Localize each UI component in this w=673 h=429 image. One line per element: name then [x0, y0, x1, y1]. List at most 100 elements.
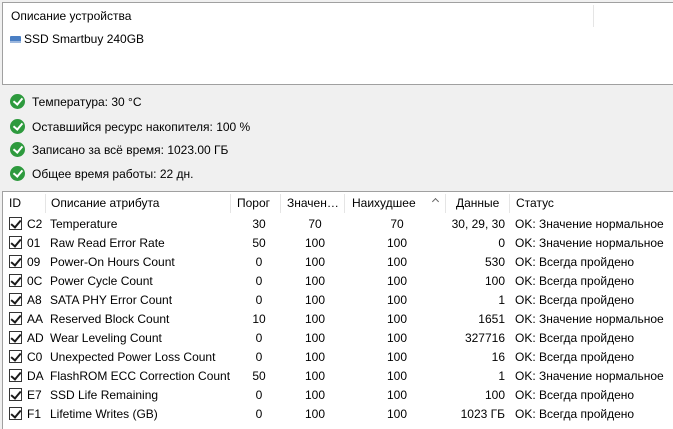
- attribute-checkbox[interactable]: [9, 236, 22, 249]
- column-header-status[interactable]: Статус: [510, 192, 670, 214]
- table-row[interactable]: AA Reserved Block Count 10 100 100 1651 OK: Зн…: [3, 310, 673, 329]
- column-header-data[interactable]: Данные: [446, 192, 506, 214]
- header-divider: [593, 5, 594, 27]
- attribute-value: 100: [304, 236, 326, 250]
- attribute-value: 70: [308, 217, 322, 231]
- attribute-raw-data: 30, 29, 30: [451, 217, 505, 231]
- table-row[interactable]: A8 SATA PHY Error Count 0 100 100 1 OK: Всегда…: [3, 291, 673, 310]
- attribute-worst: 100: [386, 255, 408, 269]
- attribute-name: SATA PHY Error Count: [50, 293, 173, 307]
- attribute-id: E7: [27, 388, 42, 402]
- sort-ascending-icon: [431, 197, 440, 206]
- attribute-checkbox[interactable]: [9, 407, 22, 420]
- attribute-id: F1: [27, 407, 42, 421]
- attribute-status: OK: Значение нормальное: [515, 312, 664, 326]
- attribute-status: OK: Значение нормальное: [515, 217, 664, 231]
- column-header-value[interactable]: Значен…: [281, 192, 343, 214]
- smart-attributes-table: ID Описание атрибута Порог Значен… Наиху…: [2, 191, 673, 429]
- attribute-checkbox[interactable]: [9, 293, 22, 306]
- attribute-checkbox[interactable]: [9, 350, 22, 363]
- attribute-worst: 100: [386, 369, 408, 383]
- attribute-id: A8: [27, 293, 42, 307]
- table-row[interactable]: 09 Power-On Hours Count 0 100 100 530 OK: Всег…: [3, 253, 673, 272]
- attribute-threshold: 0: [255, 255, 263, 269]
- attribute-raw-data: 327716: [464, 331, 505, 345]
- attribute-raw-data: 100: [484, 274, 505, 288]
- attribute-threshold: 50: [252, 236, 266, 250]
- attribute-id: 0C: [27, 274, 43, 288]
- summary-total-written-text: Записано за всё время: 1023.00 ГБ: [32, 142, 229, 157]
- attribute-name: Power-On Hours Count: [50, 255, 175, 269]
- summary-remaining-resource-text: Оставшийся ресурс накопителя: 100 %: [32, 119, 251, 134]
- summary-temperature-text: Температура: 30 °C: [32, 94, 142, 109]
- attribute-worst: 100: [386, 407, 408, 421]
- attribute-checkbox[interactable]: [9, 369, 22, 382]
- check-circle-icon: [10, 166, 25, 181]
- attribute-checkbox[interactable]: [9, 274, 22, 287]
- table-row[interactable]: C2 Temperature 30 70 70 30, 29, 30 OK: Значени…: [3, 215, 673, 234]
- attribute-name: Temperature: [50, 217, 118, 231]
- check-circle-icon: [10, 119, 25, 134]
- attribute-value: 100: [304, 293, 326, 307]
- attribute-id: C2: [27, 217, 43, 231]
- attribute-threshold: 0: [255, 331, 263, 345]
- attribute-status: OK: Всегда пройдено: [515, 331, 635, 345]
- column-header-id[interactable]: ID: [3, 192, 27, 214]
- attribute-threshold: 0: [255, 388, 263, 402]
- device-item[interactable]: SSD Smartbuy 240GB: [10, 31, 144, 47]
- attribute-status: OK: Всегда пройдено: [515, 255, 635, 269]
- attribute-threshold: 0: [255, 407, 263, 421]
- drive-icon: [10, 35, 21, 43]
- table-row[interactable]: 0C Power Cycle Count 0 100 100 100 OK: Всегда …: [3, 272, 673, 291]
- table-row[interactable]: E7 SSD Life Remaining 0 100 100 100 OK: Всегда…: [3, 386, 673, 405]
- attribute-value: 100: [304, 274, 326, 288]
- attribute-name: Power Cycle Count: [50, 274, 153, 288]
- device-name: SSD Smartbuy 240GB: [24, 32, 145, 46]
- attribute-value: 100: [304, 407, 326, 421]
- attribute-status: OK: Всегда пройдено: [515, 350, 635, 364]
- table-row[interactable]: C0 Unexpected Power Loss Count 0 100 100 16 OK…: [3, 348, 673, 367]
- attribute-worst: 70: [390, 217, 404, 231]
- attribute-status: OK: Всегда пройдено: [515, 274, 635, 288]
- attribute-value: 100: [304, 388, 326, 402]
- attribute-checkbox[interactable]: [9, 255, 22, 268]
- table-row[interactable]: DA FlashROM ECC Correction Count 50 100 100 1…: [3, 367, 673, 386]
- attribute-checkbox[interactable]: [9, 312, 22, 325]
- attribute-raw-data: 1: [498, 369, 505, 383]
- attribute-value: 100: [304, 331, 326, 345]
- column-header-name[interactable]: Описание атрибута: [45, 192, 229, 214]
- attribute-status: OK: Значение нормальное: [515, 369, 664, 383]
- summary-total-written: Записано за всё время: 1023.00 ГБ: [10, 141, 228, 158]
- attribute-worst: 100: [386, 350, 408, 364]
- attribute-checkbox[interactable]: [9, 331, 22, 344]
- summary-uptime-text: Общее время работы: 22 дн.: [32, 166, 194, 181]
- attribute-worst: 100: [386, 274, 408, 288]
- check-circle-icon: [10, 94, 25, 109]
- attribute-worst: 100: [386, 312, 408, 326]
- table-row[interactable]: 01 Raw Read Error Rate 50 100 100 0 OK: Значен…: [3, 234, 673, 253]
- column-header-threshold[interactable]: Порог: [231, 192, 279, 214]
- attribute-value: 100: [304, 255, 326, 269]
- check-circle-icon: [10, 142, 25, 157]
- attribute-name: Raw Read Error Rate: [50, 236, 165, 250]
- attribute-worst: 100: [386, 388, 408, 402]
- attribute-name: FlashROM ECC Correction Count: [50, 369, 231, 383]
- attribute-raw-data: 1: [498, 293, 505, 307]
- attribute-threshold: 0: [255, 274, 263, 288]
- attribute-threshold: 0: [255, 350, 263, 364]
- attribute-threshold: 30: [252, 217, 266, 231]
- column-header-worst[interactable]: Наихудшее: [345, 192, 445, 214]
- table-row[interactable]: F1 Lifetime Writes (GB) 0 100 100 1023 ГБ OK: …: [3, 405, 673, 424]
- attribute-checkbox[interactable]: [9, 217, 22, 230]
- device-list-header[interactable]: Описание устройства: [3, 3, 673, 28]
- device-list-panel: Описание устройства SSD Smartbuy 240GB: [2, 2, 673, 85]
- attribute-threshold: 10: [252, 312, 266, 326]
- attribute-value: 100: [304, 369, 326, 383]
- attribute-value: 100: [304, 350, 326, 364]
- table-row[interactable]: AD Wear Leveling Count 0 100 100 327716 OK: Вс…: [3, 329, 673, 348]
- attribute-id: 01: [27, 236, 41, 250]
- device-list-header-label: Описание устройства: [11, 9, 132, 23]
- attribute-raw-data: 0: [498, 236, 505, 250]
- attribute-checkbox[interactable]: [9, 388, 22, 401]
- attribute-worst: 100: [386, 331, 408, 345]
